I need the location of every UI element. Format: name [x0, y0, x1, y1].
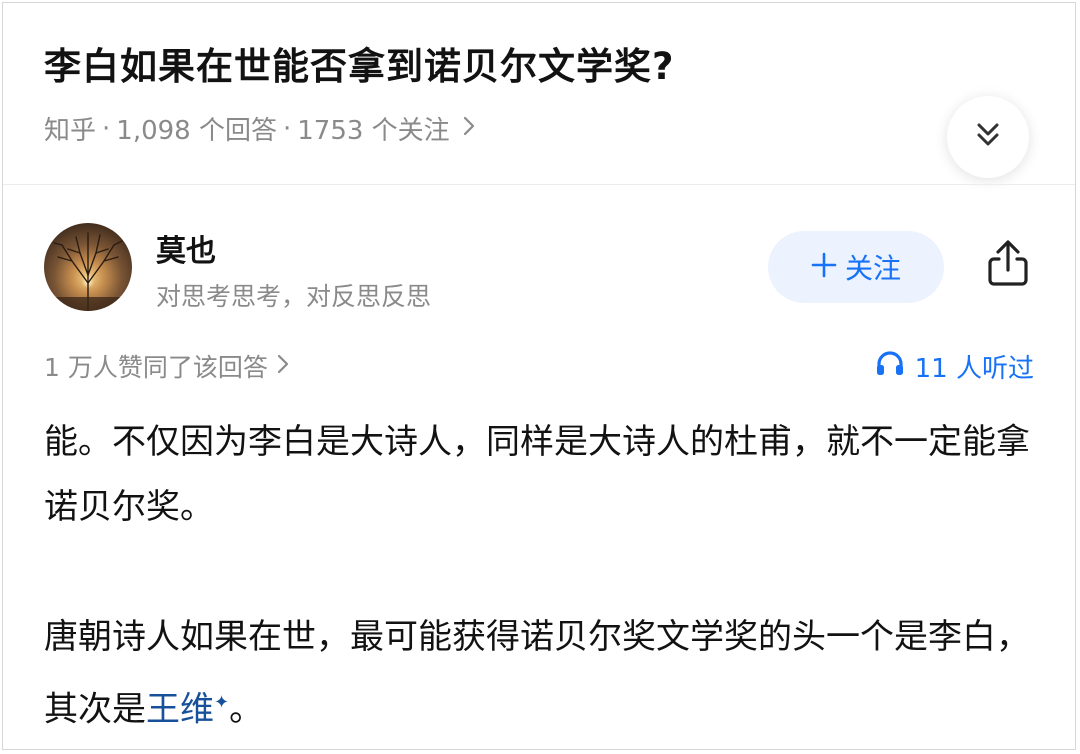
meta-separator: · — [102, 113, 111, 144]
author-name[interactable]: 莫也 — [156, 226, 216, 270]
double-chevron-down-icon — [973, 120, 1003, 154]
avatar[interactable] — [44, 223, 132, 311]
plus-icon — [811, 249, 837, 285]
header-divider — [3, 184, 1075, 185]
share-button[interactable] — [983, 237, 1033, 293]
paragraph-2-end: 。 — [229, 689, 264, 730]
wang-wei-link[interactable]: 王维 — [146, 689, 214, 729]
tree-silhouette-icon — [44, 232, 132, 311]
question-title[interactable]: 李白如果在世能否拿到诺贝尔文学奖? — [44, 36, 674, 90]
question-meta[interactable]: 知乎 · 1,098 个回答 · 1753 个关注 — [44, 110, 476, 147]
approvals-text: 1 万人赞同了该回答 — [44, 353, 268, 382]
expand-button[interactable] — [947, 96, 1029, 178]
headphones-icon — [875, 349, 905, 384]
listened-count: 11 人听过 — [914, 354, 1034, 384]
meta-separator: · — [282, 113, 292, 144]
chevron-right-icon — [462, 115, 476, 143]
chevron-right-icon — [276, 352, 290, 381]
share-icon — [986, 238, 1030, 292]
author-bio: 对思考思考，对反思反思 — [156, 282, 432, 311]
answer-paragraph-2: 唐朝诗人如果在世，最可能获得诺贝尔奖文学奖的头一个是李白，其次是王维✦。 — [44, 605, 1044, 742]
answers-count: 1,098 个回答 — [116, 116, 277, 146]
source-label: 知乎 — [44, 116, 97, 146]
listen-stats[interactable]: 11 人听过 — [875, 348, 1034, 385]
answer-content: 能。不仅因为李白是大诗人，同样是大诗人的杜甫，就不一定能拿诺贝尔奖。 唐朝诗人如… — [44, 410, 1044, 742]
answer-paragraph-1: 能。不仅因为李白是大诗人，同样是大诗人的杜甫，就不一定能拿诺贝尔奖。 — [44, 422, 1030, 527]
followers-count: 1753 个关注 — [297, 116, 450, 146]
follow-label: 关注 — [844, 252, 901, 285]
follow-button[interactable]: 关注 — [768, 231, 944, 303]
approvals-link[interactable]: 1 万人赞同了该回答 — [44, 348, 290, 384]
sparkle-icon: ✦ — [214, 692, 230, 713]
